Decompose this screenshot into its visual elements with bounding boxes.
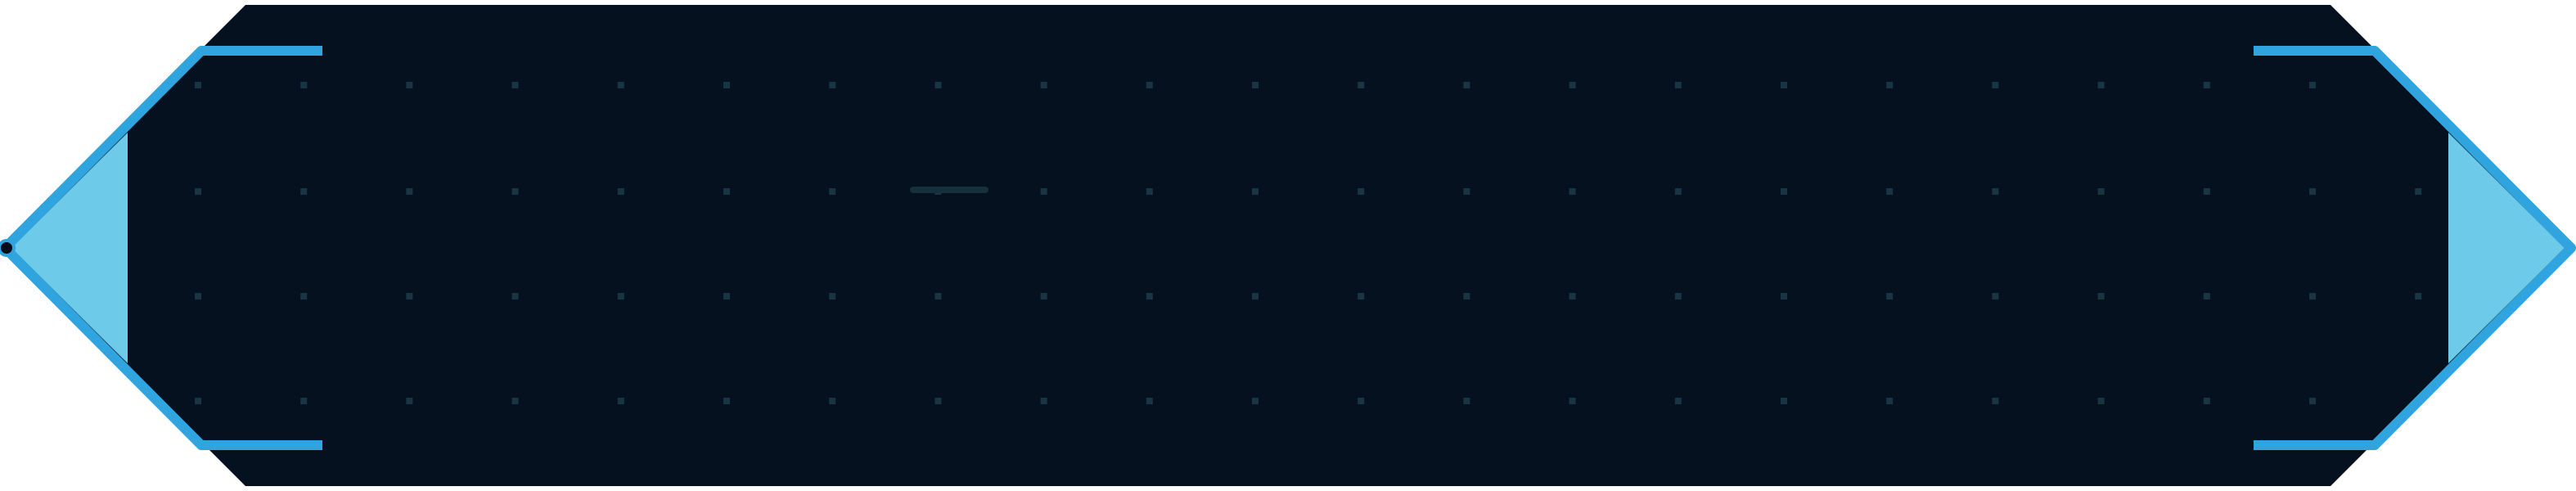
grid-dot xyxy=(617,188,624,195)
grid-dot xyxy=(1358,82,1365,88)
grid-dot xyxy=(1252,398,1259,404)
grid-dot xyxy=(1146,82,1153,88)
grid-dot xyxy=(511,293,519,300)
grid-dot xyxy=(2415,188,2422,195)
grid-dot xyxy=(1886,82,1894,88)
grid-dot xyxy=(1252,188,1259,195)
grid-dot xyxy=(2309,398,2316,404)
grid-dot xyxy=(300,82,308,88)
grid-dot xyxy=(1569,293,1576,300)
grid-dot xyxy=(1146,188,1153,195)
grid-dot xyxy=(511,398,519,404)
grid-dot xyxy=(1781,82,1787,88)
grid-dot xyxy=(195,82,201,88)
grid-dot xyxy=(617,82,624,88)
grid-dot xyxy=(406,82,413,88)
grid-dot xyxy=(1358,188,1365,195)
grid-dot xyxy=(1992,82,1999,88)
right-arrow-cap xyxy=(2448,133,2565,363)
grid-dot xyxy=(1463,293,1470,300)
grid-dot xyxy=(2097,82,2105,88)
grid-dot xyxy=(1992,398,1999,404)
grid-dot xyxy=(1886,188,1894,195)
grid-dot xyxy=(2097,293,2105,300)
grid-dot xyxy=(1040,398,1047,404)
grid-dot xyxy=(300,398,308,404)
grid-dot xyxy=(2309,188,2316,195)
left-arrow-cap xyxy=(11,133,128,363)
hex-banner xyxy=(0,0,2576,491)
grid-dot xyxy=(1886,293,1894,300)
grid-dot xyxy=(617,293,624,300)
grid-dot xyxy=(723,398,730,404)
grid-dot xyxy=(2415,293,2422,300)
hex-banner-graphic xyxy=(0,5,2576,486)
grid-dot xyxy=(2097,188,2105,195)
grid-dot xyxy=(2203,188,2210,195)
grid-dot xyxy=(1992,293,1999,300)
grid-dot xyxy=(1040,293,1047,300)
grid-dot xyxy=(2203,398,2210,404)
grid-dot xyxy=(1781,293,1787,300)
grid-dot xyxy=(723,82,730,88)
grid-dot xyxy=(1992,188,1999,195)
grid-dot xyxy=(1463,188,1470,195)
grid-dot xyxy=(195,293,201,300)
grid-dot xyxy=(2203,82,2210,88)
grid-dot xyxy=(934,82,942,88)
grid-dot xyxy=(1674,188,1682,195)
grid-dot xyxy=(829,188,836,195)
grid-dot xyxy=(1569,188,1576,195)
grid-dot xyxy=(1252,293,1259,300)
grid-dot xyxy=(511,82,519,88)
grid-dot xyxy=(723,293,730,300)
left-node-dot xyxy=(0,239,16,257)
grid-dot xyxy=(1146,293,1153,300)
grid-dot xyxy=(195,398,201,404)
grid-dot xyxy=(1886,398,1894,404)
grid-dot xyxy=(2309,293,2316,300)
grid-dot xyxy=(1358,293,1365,300)
faint-streak xyxy=(910,187,989,193)
grid-dot xyxy=(2309,82,2316,88)
grid-dot xyxy=(1674,293,1682,300)
grid-dot xyxy=(1463,398,1470,404)
grid-dot xyxy=(723,188,730,195)
grid-dot xyxy=(829,293,836,300)
grid-dot xyxy=(1358,398,1365,404)
grid-dot xyxy=(300,188,308,195)
grid-dot xyxy=(1569,82,1576,88)
grid-dot xyxy=(1252,82,1259,88)
grid-dot xyxy=(406,293,413,300)
grid-dot xyxy=(2097,398,2105,404)
grid-dot xyxy=(1674,398,1682,404)
grid-dot xyxy=(195,188,201,195)
grid-dot xyxy=(406,188,413,195)
grid-dot xyxy=(829,398,836,404)
grid-dot xyxy=(1040,82,1047,88)
grid-dot xyxy=(2203,293,2210,300)
grid-dot xyxy=(934,398,942,404)
grid-dot xyxy=(1781,188,1787,195)
grid-dot xyxy=(300,293,308,300)
grid-dot xyxy=(1674,82,1682,88)
grid-dot xyxy=(511,188,519,195)
grid-dot xyxy=(1569,398,1576,404)
grid-dot xyxy=(1040,188,1047,195)
grid-dot xyxy=(617,398,624,404)
grid-dot xyxy=(829,82,836,88)
grid-dot xyxy=(934,293,942,300)
grid-dot xyxy=(406,398,413,404)
grid-dot xyxy=(1146,398,1153,404)
grid-dot xyxy=(1781,398,1787,404)
grid-dot xyxy=(1463,82,1470,88)
panel-body xyxy=(5,5,2571,486)
